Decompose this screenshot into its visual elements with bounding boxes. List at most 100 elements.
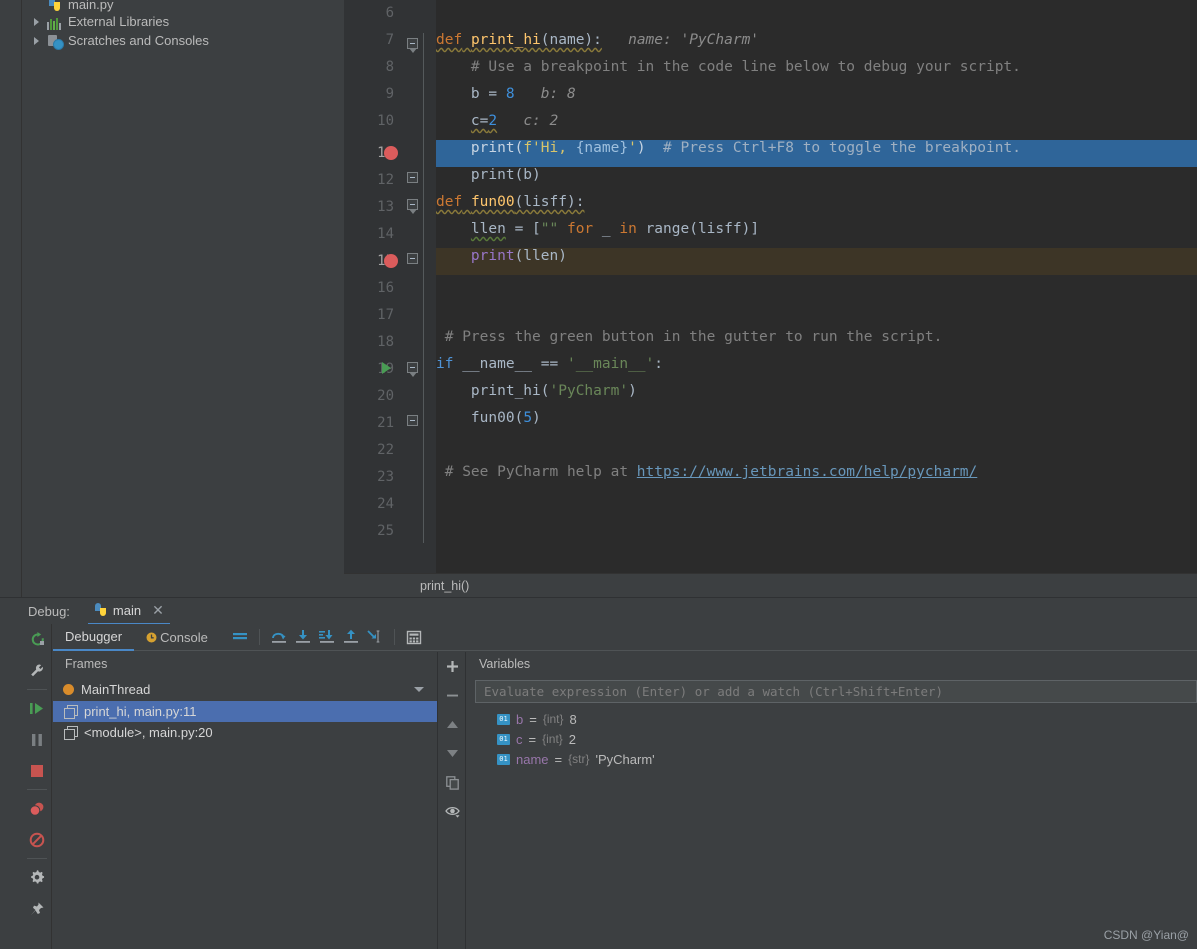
libraries-icon — [47, 14, 63, 30]
variables-side-toolbar — [439, 652, 466, 949]
move-up-icon[interactable] — [439, 710, 466, 739]
project-tree: main.py External Libraries Scratches and… — [23, 0, 343, 597]
variable-type: {int} — [542, 712, 564, 726]
debug-sidebar — [22, 624, 52, 949]
variable-icon: 01 — [497, 753, 510, 765]
thread-selector[interactable]: MainThread — [53, 677, 437, 701]
evaluate-expression-input[interactable]: Evaluate expression (Enter) or add a wat… — [475, 680, 1197, 703]
sidebar-divider — [27, 689, 47, 690]
token-number: 2 — [488, 113, 498, 129]
inline-hint-name: name: 'PyCharm' — [628, 32, 760, 48]
breadcrumb[interactable]: print_hi() — [344, 573, 1197, 597]
code-text-area[interactable]: def print_hi(name): name: 'PyCharm' # Us… — [436, 0, 1197, 573]
step-into-icon[interactable] — [291, 625, 315, 649]
move-down-icon[interactable] — [439, 739, 466, 768]
variable-value: 2 — [568, 731, 577, 747]
fold-marker-line-7[interactable] — [407, 38, 418, 53]
rerun-icon[interactable] — [22, 624, 52, 655]
debug-session-tab-label: main — [112, 602, 142, 618]
breakpoint-line-11[interactable] — [384, 146, 398, 160]
run-to-cursor-icon[interactable] — [363, 625, 387, 649]
toolbar-divider — [393, 629, 395, 645]
frame-icon — [64, 726, 78, 740]
mute-breakpoints-icon[interactable] — [22, 824, 52, 855]
scratches-icon — [47, 33, 64, 50]
line-number: 6 — [385, 5, 394, 21]
frames-pane: Frames MainThread print_hi, main.py:11 <… — [53, 652, 438, 949]
tree-item-scratches-and-consoles[interactable]: Scratches and Consoles — [23, 31, 343, 50]
code-editor[interactable]: 6 7 8 9 10 11 12 13 14 15 16 17 18 19 20… — [344, 0, 1197, 597]
token-number: 5 — [523, 410, 533, 426]
fold-marker-line-19[interactable] — [407, 362, 418, 377]
line-number: 14 — [377, 226, 394, 242]
debugger-toolbar: Debugger Console — [53, 624, 1197, 651]
line-number: 10 — [377, 113, 394, 129]
copy-icon[interactable] — [439, 768, 466, 797]
fold-marker-line-13[interactable] — [407, 199, 418, 214]
tree-item-main-py[interactable]: main.py — [23, 0, 343, 12]
chevron-down-icon[interactable] — [414, 686, 424, 692]
toolbar-divider — [258, 629, 260, 645]
folding-guide-line — [423, 33, 424, 543]
remove-watch-icon[interactable] — [439, 681, 466, 710]
inspect-eye-icon[interactable] — [439, 797, 466, 826]
step-over-icon[interactable] — [267, 625, 291, 649]
variable-row[interactable]: 01 name = {str} 'PyCharm' — [467, 749, 1197, 769]
code-line-7: def print_hi(name): name: 'PyCharm' — [436, 32, 760, 48]
run-script-arrow-line-19[interactable] — [382, 362, 391, 374]
settings-gear-icon[interactable] — [22, 862, 52, 893]
tree-item-label: Scratches and Consoles — [68, 33, 209, 48]
line-number: 12 — [377, 172, 394, 188]
fold-marker-line-21[interactable] — [407, 415, 418, 426]
pause-program-icon[interactable] — [22, 724, 52, 755]
tab-console[interactable]: Console — [134, 624, 220, 651]
force-step-into-icon[interactable] — [315, 625, 339, 649]
chevron-right-icon[interactable] — [31, 15, 44, 28]
pin-icon[interactable] — [22, 893, 52, 924]
variables-title: Variables — [479, 657, 531, 671]
close-icon[interactable]: ✕ — [152, 602, 164, 619]
evaluate-placeholder: Evaluate expression (Enter) or add a wat… — [484, 684, 944, 699]
tree-item-external-libraries[interactable]: External Libraries — [23, 12, 343, 31]
frame-list-item[interactable]: print_hi, main.py:11 — [53, 701, 437, 722]
variable-name: name — [516, 751, 549, 767]
frame-list-item[interactable]: <module>, main.py:20 — [53, 722, 437, 743]
thread-status-icon — [63, 683, 74, 695]
step-out-icon[interactable] — [339, 625, 363, 649]
settings-wrench-icon[interactable] — [22, 655, 52, 686]
fold-marker-line-15[interactable] — [407, 253, 418, 264]
token-comment: # Press the green button in the gutter t… — [444, 329, 943, 345]
view-breakpoints-icon[interactable] — [22, 793, 52, 824]
token-comment: # Use a breakpoint in the code line belo… — [470, 59, 1021, 75]
help-url-link[interactable]: https://www.jetbrains.com/help/pycharm/ — [637, 464, 977, 480]
debug-tool-window: Debug: main ✕ Debugger Console Frames Ma… — [0, 597, 1197, 949]
fold-marker-line-12[interactable] — [407, 172, 418, 183]
console-icon — [146, 632, 157, 643]
left-tool-rail — [0, 0, 22, 597]
token-comment: # Press Ctrl+F8 to toggle the breakpoint… — [663, 140, 1021, 156]
variable-type: {str} — [568, 752, 590, 766]
line-number: 17 — [377, 307, 394, 323]
tree-item-label: External Libraries — [68, 14, 170, 29]
show-execution-point-icon[interactable] — [228, 625, 252, 649]
chevron-right-icon[interactable] — [31, 34, 44, 47]
variable-row[interactable]: 01 b = {int} 8 — [467, 709, 1197, 729]
top-area: main.py External Libraries Scratches and… — [0, 0, 1197, 597]
tab-debugger[interactable]: Debugger — [53, 624, 135, 651]
debug-session-tab-main[interactable]: main ✕ — [87, 598, 170, 625]
pycharm-window: main.py External Libraries Scratches and… — [0, 0, 1197, 949]
add-watch-icon[interactable] — [439, 652, 466, 681]
resume-program-icon[interactable] — [22, 693, 52, 724]
variable-icon: 01 — [497, 733, 510, 745]
editor-folding-column[interactable] — [412, 0, 436, 573]
code-line-10: c=2 c: 2 — [470, 113, 559, 129]
evaluate-expression-icon[interactable] — [402, 625, 426, 649]
code-line-19: if __name__ == '__main__': — [436, 356, 664, 372]
breakpoint-line-15[interactable] — [384, 254, 398, 268]
stop-icon[interactable] — [22, 755, 52, 786]
variable-row[interactable]: 01 c = {int} 2 — [467, 729, 1197, 749]
